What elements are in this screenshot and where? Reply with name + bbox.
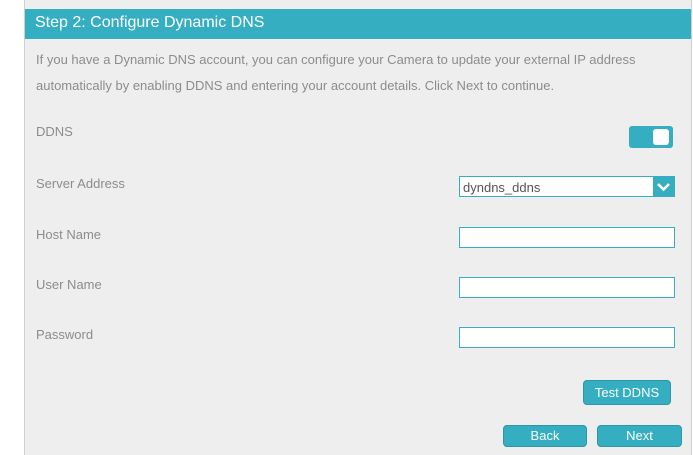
- server-address-value: dyndns_ddns: [463, 180, 541, 195]
- ddns-toggle[interactable]: [629, 126, 673, 148]
- chevron-down-icon[interactable]: [653, 176, 674, 197]
- user-name-label: User Name: [36, 277, 102, 292]
- back-button[interactable]: Back: [503, 425, 587, 447]
- test-ddns-button[interactable]: Test DDNS: [583, 380, 671, 405]
- step-header: Step 2: Configure Dynamic DNS: [25, 9, 691, 39]
- ddns-label: DDNS: [36, 124, 73, 139]
- toggle-knob: [653, 129, 669, 145]
- password-label: Password: [36, 327, 94, 342]
- step-title: Step 2: Configure Dynamic DNS: [35, 14, 265, 31]
- server-address-label: Server Address: [36, 176, 125, 191]
- password-input[interactable]: [459, 327, 675, 348]
- intro-text: If you have a Dynamic DNS account, you c…: [36, 52, 636, 93]
- wizard-panel: Step 2: Configure Dynamic DNS If you hav…: [24, 0, 692, 455]
- user-name-input[interactable]: [459, 277, 675, 298]
- next-button[interactable]: Next: [597, 425, 682, 447]
- server-address-select[interactable]: dyndns_ddns: [459, 176, 675, 197]
- host-name-input[interactable]: [459, 227, 675, 248]
- host-name-label: Host Name: [36, 227, 102, 242]
